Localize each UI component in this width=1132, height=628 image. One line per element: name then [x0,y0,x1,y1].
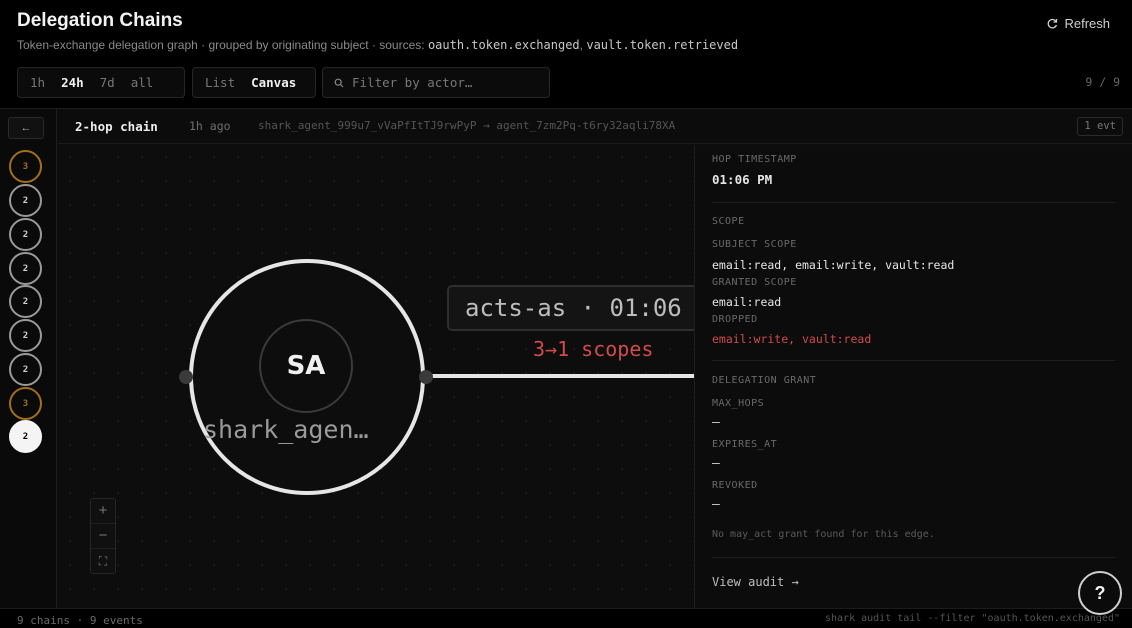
granted-scope: email:read [712,295,782,309]
main-area: ← 3 2 2 2 2 2 2 3 2 2-hop chain 1h ago s… [0,108,1132,609]
back-button[interactable]: ← [8,117,44,139]
subtitle-text: Token-exchange delegation graph · groupe… [17,38,425,52]
edge-scope-delta: 3→1 scopes [533,337,654,361]
chain-path: shark_agent_999u7_vVaPfItTJ9rwPyP → agen… [258,119,676,132]
actor-filter-input[interactable] [352,75,542,90]
chain-counter: 9 / 9 [1085,75,1120,89]
range-all[interactable]: all [123,70,162,95]
chain-label: 2-hop chain [75,119,158,134]
page-title: Delegation Chains [17,10,183,31]
max-hops-value: — [712,415,720,430]
page-header: Delegation Chains Token-exchange delegat… [0,0,1132,108]
chain-node[interactable]: 2 [9,252,42,285]
zoom-in-button[interactable]: + [91,499,115,524]
source-oauth: oauth.token.exchanged [427,38,580,52]
page-subtitle: Token-exchange delegation graph · groupe… [17,38,738,52]
chain-node[interactable]: 2 [9,353,42,386]
expires-at-value: — [712,456,720,471]
refresh-button[interactable]: Refresh [1046,16,1110,31]
dropped-scope: email:write, vault:read [712,332,872,346]
chain-breadcrumb: 2-hop chain 1h ago shark_agent_999u7_vVa… [58,109,1132,144]
chain-node-selected[interactable]: 2 [9,420,42,453]
node-port-left[interactable] [179,370,193,384]
divider [712,360,1115,361]
zoom-controls: + − ⛶ [90,498,116,574]
divider [712,202,1115,203]
expires-at-label: EXPIRES_AT [712,439,778,450]
revoked-value: — [712,497,720,512]
range-1h[interactable]: 1h [22,70,53,95]
chain-node[interactable]: 2 [9,285,42,318]
source-vault: vault.token.retrieved [586,38,739,52]
range-7d[interactable]: 7d [92,70,123,95]
node-port-right[interactable] [419,370,433,384]
delegation-grant-label: DELEGATION GRANT [712,375,817,386]
view-mode-toggle: List Canvas [192,67,316,98]
footer-stats: 9 chains · 9 events [17,614,143,627]
grant-note: No may_act grant found for this edge. [712,529,935,540]
search-icon [334,78,344,87]
node-avatar: SA [259,319,353,413]
chain-node[interactable]: 3 [9,150,42,183]
hop-timestamp: 01:06 PM [712,172,773,187]
refresh-icon [1048,18,1058,29]
time-range-toggle: 1h 24h 7d all [17,67,185,98]
range-24h[interactable]: 24h [53,70,92,95]
edge-details-panel: HOP TIMESTAMP 01:06 PM SCOPE SUBJECT SCO… [694,145,1132,609]
graph-canvas[interactable]: SA shark_agen… acts-as · 01:06 3→1 scope… [58,145,694,609]
zoom-out-button[interactable]: − [91,524,115,549]
footer-command: shark audit tail --filter "oauth.token.e… [824,613,1120,624]
chain-age: 1h ago [189,119,231,133]
node-label: shark_agen… [203,415,369,444]
fit-view-button[interactable]: ⛶ [91,549,115,574]
dropped-scope-label: DROPPED [712,314,758,325]
delegation-edge[interactable] [426,374,694,378]
chain-node[interactable]: 2 [9,218,42,251]
subject-scope-label: SUBJECT SCOPE [712,239,797,250]
divider [712,557,1115,558]
scope-section-label: SCOPE [712,216,745,227]
help-button[interactable]: ? [1078,571,1122,615]
subject-scope: email:read, email:write, vault:read [712,258,955,272]
chain-node[interactable]: 2 [9,319,42,352]
chain-node[interactable]: 2 [9,184,42,217]
chain-rail: ← 3 2 2 2 2 2 2 3 2 [0,109,57,609]
refresh-label: Refresh [1064,16,1110,31]
granted-scope-label: GRANTED SCOPE [712,277,797,288]
max-hops-label: MAX_HOPS [712,398,765,409]
status-footer: 9 chains · 9 events shark audit tail --f… [0,608,1132,628]
chain-node[interactable]: 3 [9,387,42,420]
view-audit-link[interactable]: View audit → [712,575,799,589]
source-separator: , [579,38,583,52]
actor-filter [322,67,550,98]
revoked-label: REVOKED [712,480,758,491]
view-canvas[interactable]: Canvas [243,70,304,95]
hop-timestamp-label: HOP TIMESTAMP [712,154,797,165]
view-list[interactable]: List [197,70,243,95]
edge-label[interactable]: acts-as · 01:06 [447,285,694,331]
event-count-badge: 1 evt [1077,117,1123,136]
